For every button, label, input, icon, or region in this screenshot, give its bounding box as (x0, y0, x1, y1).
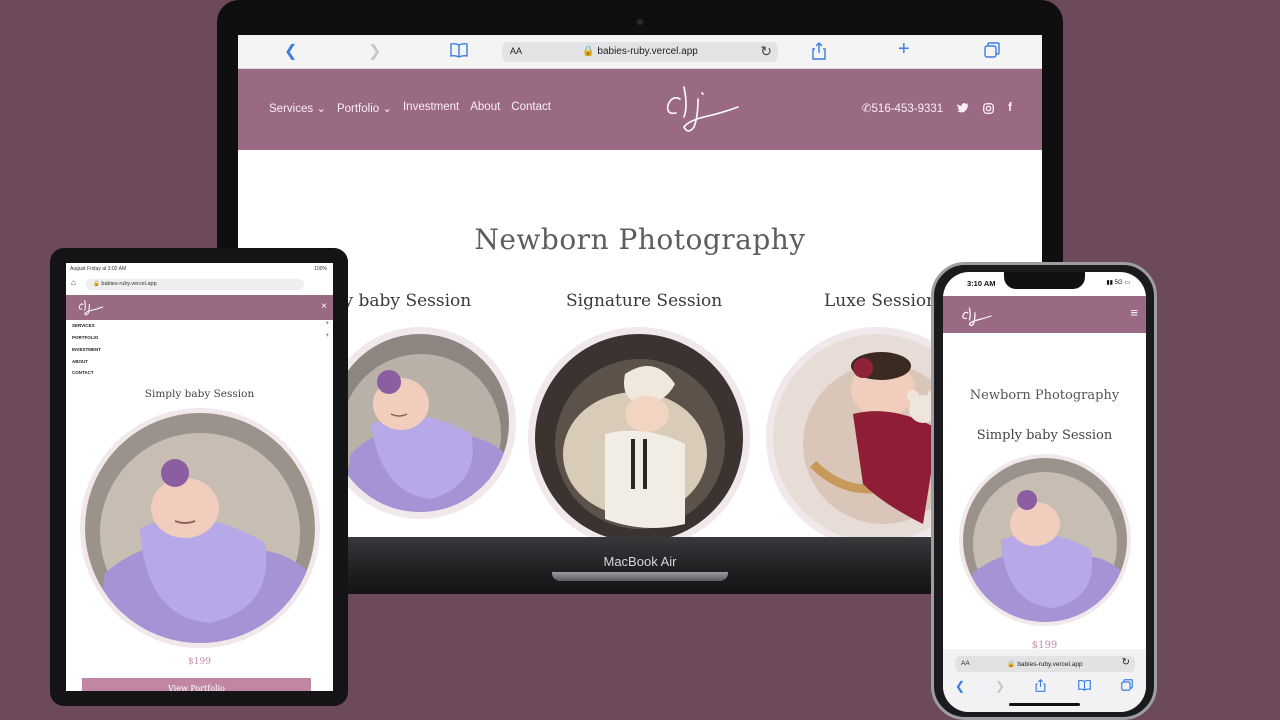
session-title-simply: Simply baby Session (294, 291, 472, 311)
tablet-menu-investment[interactable]: INVESTMENT (72, 347, 101, 352)
close-icon[interactable]: × (321, 301, 327, 312)
tablet-address-bar[interactable]: 🔒 babies-ruby.vercel.app (86, 279, 304, 290)
tablet-menu-services[interactable]: SERVICES (72, 323, 95, 328)
lock-icon: 🔒 (582, 46, 595, 57)
nav-contact[interactable]: Contact (511, 101, 551, 115)
tablet-session-photo[interactable] (80, 408, 320, 648)
chevron-down-icon: ⌄ (316, 103, 326, 115)
tablet-site-header: × (66, 295, 333, 320)
device-label: MacBook Air (603, 554, 677, 569)
laptop-camera (637, 19, 643, 25)
share-icon[interactable] (1035, 679, 1046, 692)
phone-session-title: Simply baby Session (976, 428, 1113, 443)
bookmarks-icon[interactable] (450, 42, 468, 58)
logo[interactable] (76, 297, 106, 317)
phone-session-photo[interactable] (959, 454, 1131, 626)
facebook-icon[interactable]: f (1008, 102, 1012, 114)
home-icon[interactable]: ⌂ (71, 278, 76, 287)
phone-url-wrap: 🔒 babies-ruby.vercel.app (955, 660, 1135, 668)
expand-icon[interactable]: + (325, 321, 329, 327)
tablet-session-title: Simply baby Session (144, 388, 255, 400)
tablet-url-text: babies-ruby.vercel.app (101, 281, 157, 287)
phone-site-header: ≡ (943, 296, 1146, 333)
nav-portfolio[interactable]: Portfolio ⌄ (337, 101, 392, 115)
expand-icon[interactable]: + (325, 333, 329, 339)
phone-address-bar[interactable]: AA 🔒 babies-ruby.vercel.app ↻ (955, 656, 1135, 672)
session-title-signature: Signature Session (566, 291, 723, 311)
signal-icon: ▮▮ (1106, 280, 1113, 286)
phone-status-time: 3:10 AM (967, 279, 996, 288)
laptop-screen: ❮ ❯ AA 🔒 babies-ruby.vercel.app ↻ + Serv… (238, 35, 1042, 537)
url-wrap: 🔒 babies-ruby.vercel.app (502, 46, 778, 57)
phone-link[interactable]: ✆516-453-9331 (862, 101, 943, 115)
share-icon[interactable] (812, 42, 826, 60)
home-indicator (1009, 703, 1080, 706)
hamburger-icon[interactable]: ≡ (1130, 305, 1138, 320)
lock-icon: 🔒 (1007, 661, 1016, 668)
forward-icon[interactable]: ❯ (368, 42, 381, 62)
main-nav: Services ⌄ Portfolio ⌄ Investment About … (269, 101, 551, 115)
tablet-status-time: August Friday at 3:02 AM (70, 266, 127, 272)
tablet-menu-portfolio[interactable]: PORTFOLIO (72, 335, 98, 340)
lock-icon: 🔒 (93, 281, 100, 287)
tablet-menu-about[interactable]: ABOUT (72, 359, 88, 364)
tablet-menu-contact[interactable]: CONTACT (72, 370, 94, 375)
phone-icon: ✆ (861, 103, 872, 115)
nav-about[interactable]: About (470, 101, 500, 115)
back-icon[interactable]: ❮ (284, 42, 297, 62)
nav-services[interactable]: Services ⌄ (269, 101, 326, 115)
forward-icon[interactable]: ❯ (995, 679, 1005, 693)
logo[interactable] (959, 304, 995, 328)
browser-toolbar: ❮ ❯ AA 🔒 babies-ruby.vercel.app ↻ + (238, 35, 1042, 69)
tablet-status-battery: 100% (314, 266, 327, 272)
battery-icon: ▭ (1124, 280, 1130, 286)
phone-status-signal: ▮▮ 5G ▭ (1106, 280, 1130, 286)
tabs-icon[interactable] (1121, 679, 1133, 691)
header-contact: ✆516-453-9331 f (862, 101, 1012, 115)
phone-browser-bar: AA 🔒 babies-ruby.vercel.app ↻ ❮ ❯ (943, 649, 1146, 712)
bookmarks-icon[interactable] (1078, 679, 1091, 691)
twitter-icon[interactable] (957, 103, 970, 113)
reload-icon[interactable]: ↻ (1122, 657, 1130, 668)
tablet-price: $199 (188, 657, 211, 667)
laptop-notch (552, 572, 728, 581)
url-text: babies-ruby.vercel.app (597, 46, 698, 57)
phone-page-title: Newborn Photography (969, 388, 1120, 403)
nav-investment[interactable]: Investment (403, 101, 459, 115)
phone-notch (1004, 272, 1085, 289)
site-header: Services ⌄ Portfolio ⌄ Investment About … (238, 69, 1042, 150)
page-title: Newborn Photography (474, 223, 806, 256)
back-icon[interactable]: ❮ (955, 679, 965, 693)
reload-icon[interactable]: ↻ (760, 43, 772, 60)
phone-screen: 3:10 AM ▮▮ 5G ▭ ≡ Newborn Photography Si… (943, 272, 1146, 712)
session-title-luxe: Luxe Session (824, 291, 938, 311)
session-photo-simply[interactable] (324, 327, 516, 519)
instagram-icon[interactable] (983, 102, 995, 114)
address-bar[interactable]: AA 🔒 babies-ruby.vercel.app ↻ (502, 42, 778, 62)
logo[interactable] (658, 77, 748, 137)
phone-url-text: babies-ruby.vercel.app (1017, 661, 1083, 668)
tablet-screen: August Friday at 3:02 AM 100% ⌂ 🔒 babies… (66, 263, 333, 691)
session-photo-signature[interactable] (528, 327, 750, 537)
tabs-icon[interactable] (984, 42, 1000, 58)
chevron-down-icon: ⌄ (382, 103, 392, 115)
new-tab-icon[interactable]: + (898, 39, 910, 59)
view-portfolio-button[interactable]: View Portfolio (82, 678, 311, 691)
